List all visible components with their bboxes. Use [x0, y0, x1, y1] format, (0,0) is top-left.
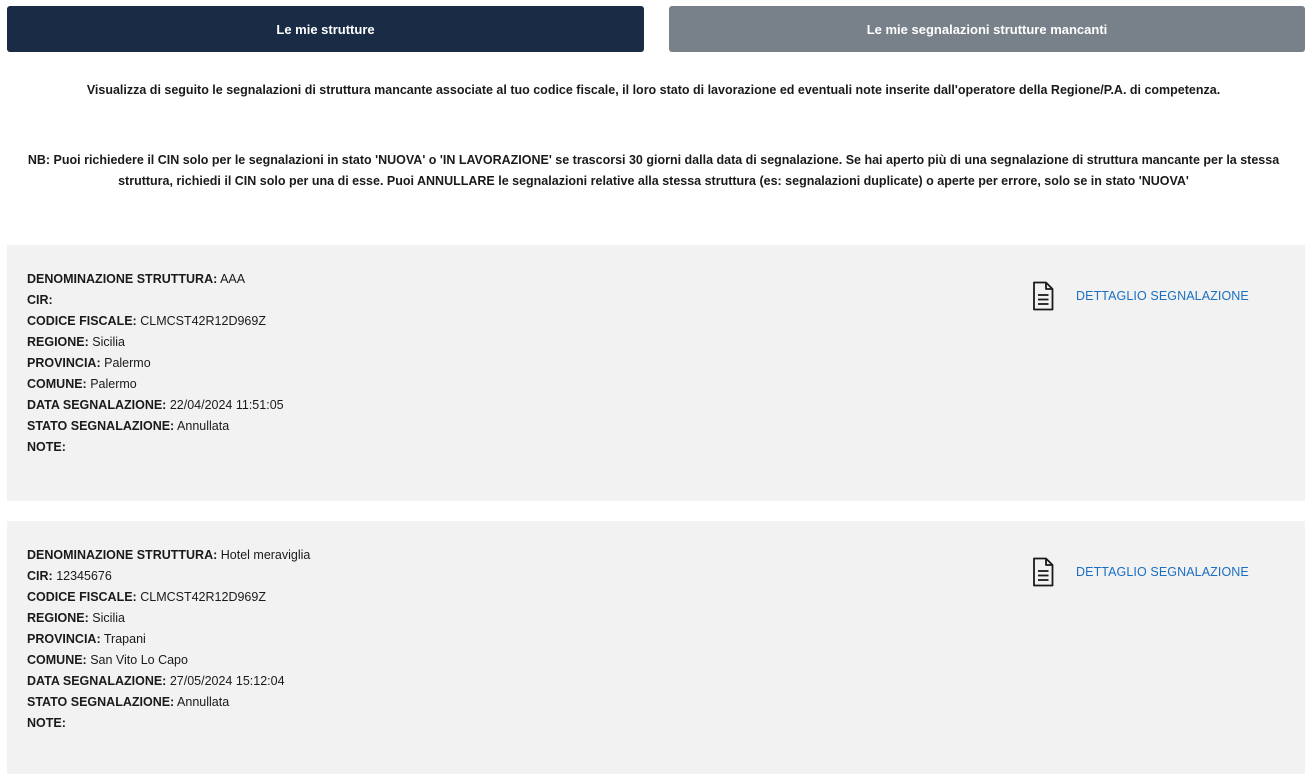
detail-link[interactable]: DETTAGLIO SEGNALAZIONE [1032, 281, 1249, 311]
value-regione: Sicilia [92, 611, 125, 625]
value-data: 27/05/2024 15:12:04 [169, 674, 285, 688]
field-comune: COMUNE: San Vito Lo Capo [27, 650, 310, 671]
field-regione: REGIONE: Sicilia [27, 332, 284, 353]
label-denominazione: DENOMINAZIONE STRUTTURA: [27, 272, 218, 286]
value-codice-fiscale: CLMCST42R12D969Z [140, 314, 266, 328]
report-card: DENOMINAZIONE STRUTTURA: Hotel meravigli… [7, 521, 1305, 774]
label-comune: COMUNE: [27, 377, 87, 391]
document-icon [1032, 557, 1054, 587]
value-comune: San Vito Lo Capo [90, 653, 188, 667]
label-cir: CIR: [27, 293, 53, 307]
label-provincia: PROVINCIA: [27, 632, 101, 646]
label-regione: REGIONE: [27, 335, 89, 349]
label-stato: STATO SEGNALAZIONE: [27, 419, 175, 433]
tabs-bar: Le mie strutture Le mie segnalazioni str… [7, 6, 1305, 52]
value-regione: Sicilia [92, 335, 125, 349]
value-stato: Annullata [177, 695, 230, 709]
field-stato: STATO SEGNALAZIONE: Annullata [27, 692, 310, 713]
field-cir: CIR: [27, 290, 284, 311]
value-denominazione: Hotel meraviglia [220, 548, 311, 562]
field-denominazione: DENOMINAZIONE STRUTTURA: Hotel meravigli… [27, 545, 310, 566]
label-codice-fiscale: CODICE FISCALE: [27, 314, 137, 328]
label-note: NOTE: [27, 716, 66, 730]
label-note: NOTE: [27, 440, 66, 454]
field-provincia: PROVINCIA: Trapani [27, 629, 310, 650]
value-stato: Annullata [177, 419, 230, 433]
value-denominazione: AAA [220, 272, 246, 286]
field-regione: REGIONE: Sicilia [27, 608, 310, 629]
value-provincia: Palermo [104, 356, 151, 370]
field-stato: STATO SEGNALAZIONE: Annullata [27, 416, 284, 437]
value-codice-fiscale: CLMCST42R12D969Z [140, 590, 266, 604]
report-fields: DENOMINAZIONE STRUTTURA: Hotel meravigli… [27, 545, 310, 734]
value-cir: 12345676 [56, 569, 112, 583]
tab-my-missing-reports[interactable]: Le mie segnalazioni strutture mancanti [669, 6, 1305, 52]
field-data: DATA SEGNALAZIONE: 27/05/2024 15:12:04 [27, 671, 310, 692]
field-codice-fiscale: CODICE FISCALE: CLMCST42R12D969Z [27, 311, 284, 332]
document-icon [1032, 281, 1054, 311]
detail-link-label[interactable]: DETTAGLIO SEGNALAZIONE [1076, 565, 1249, 579]
field-data: DATA SEGNALAZIONE: 22/04/2024 11:51:05 [27, 395, 284, 416]
value-comune: Palermo [90, 377, 137, 391]
detail-link[interactable]: DETTAGLIO SEGNALAZIONE [1032, 557, 1249, 587]
intro-text: Visualizza di seguito le segnalazioni di… [86, 83, 1221, 97]
label-cir: CIR: [27, 569, 53, 583]
label-data: DATA SEGNALAZIONE: [27, 674, 167, 688]
value-data: 22/04/2024 11:51:05 [169, 398, 284, 412]
label-comune: COMUNE: [27, 653, 87, 667]
field-cir: CIR: 12345676 [27, 566, 310, 587]
field-provincia: PROVINCIA: Palermo [27, 353, 284, 374]
label-provincia: PROVINCIA: [27, 356, 101, 370]
label-codice-fiscale: CODICE FISCALE: [27, 590, 137, 604]
value-provincia: Trapani [103, 632, 146, 646]
field-note: NOTE: [27, 437, 284, 458]
field-codice-fiscale: CODICE FISCALE: CLMCST42R12D969Z [27, 587, 310, 608]
label-regione: REGIONE: [27, 611, 89, 625]
label-denominazione: DENOMINAZIONE STRUTTURA: [27, 548, 218, 562]
field-note: NOTE: [27, 713, 310, 734]
field-denominazione: DENOMINAZIONE STRUTTURA: AAA [27, 269, 284, 290]
label-stato: STATO SEGNALAZIONE: [27, 695, 175, 709]
report-fields: DENOMINAZIONE STRUTTURA: AAA CIR: CODICE… [27, 269, 284, 458]
field-comune: COMUNE: Palermo [27, 374, 284, 395]
tab-my-structures[interactable]: Le mie strutture [7, 6, 644, 52]
nb-notice: NB: Puoi richiedere il CIN solo per le s… [27, 153, 1280, 188]
report-card: DENOMINAZIONE STRUTTURA: AAA CIR: CODICE… [7, 245, 1305, 501]
label-data: DATA SEGNALAZIONE: [27, 398, 167, 412]
detail-link-label[interactable]: DETTAGLIO SEGNALAZIONE [1076, 289, 1249, 303]
